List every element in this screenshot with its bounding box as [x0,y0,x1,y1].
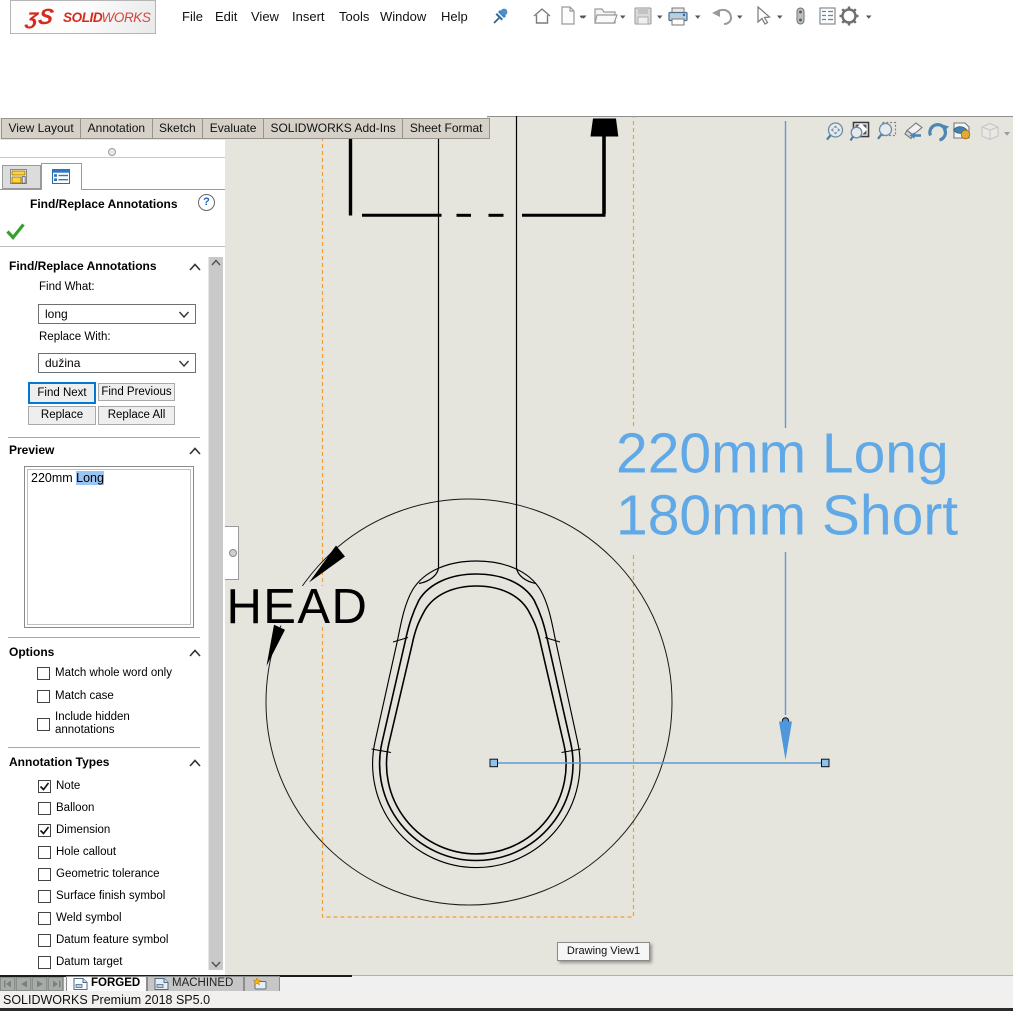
svg-text:180mm Short: 180mm Short [616,484,958,548]
svg-text:SOLID: SOLID [63,10,103,25]
svg-text:220mm Long: 220mm Long [616,422,949,486]
svg-text:WORKS: WORKS [102,10,151,25]
svg-text:HEAD: HEAD [227,580,369,634]
svg-text:ʒS: ʒS [23,4,56,29]
